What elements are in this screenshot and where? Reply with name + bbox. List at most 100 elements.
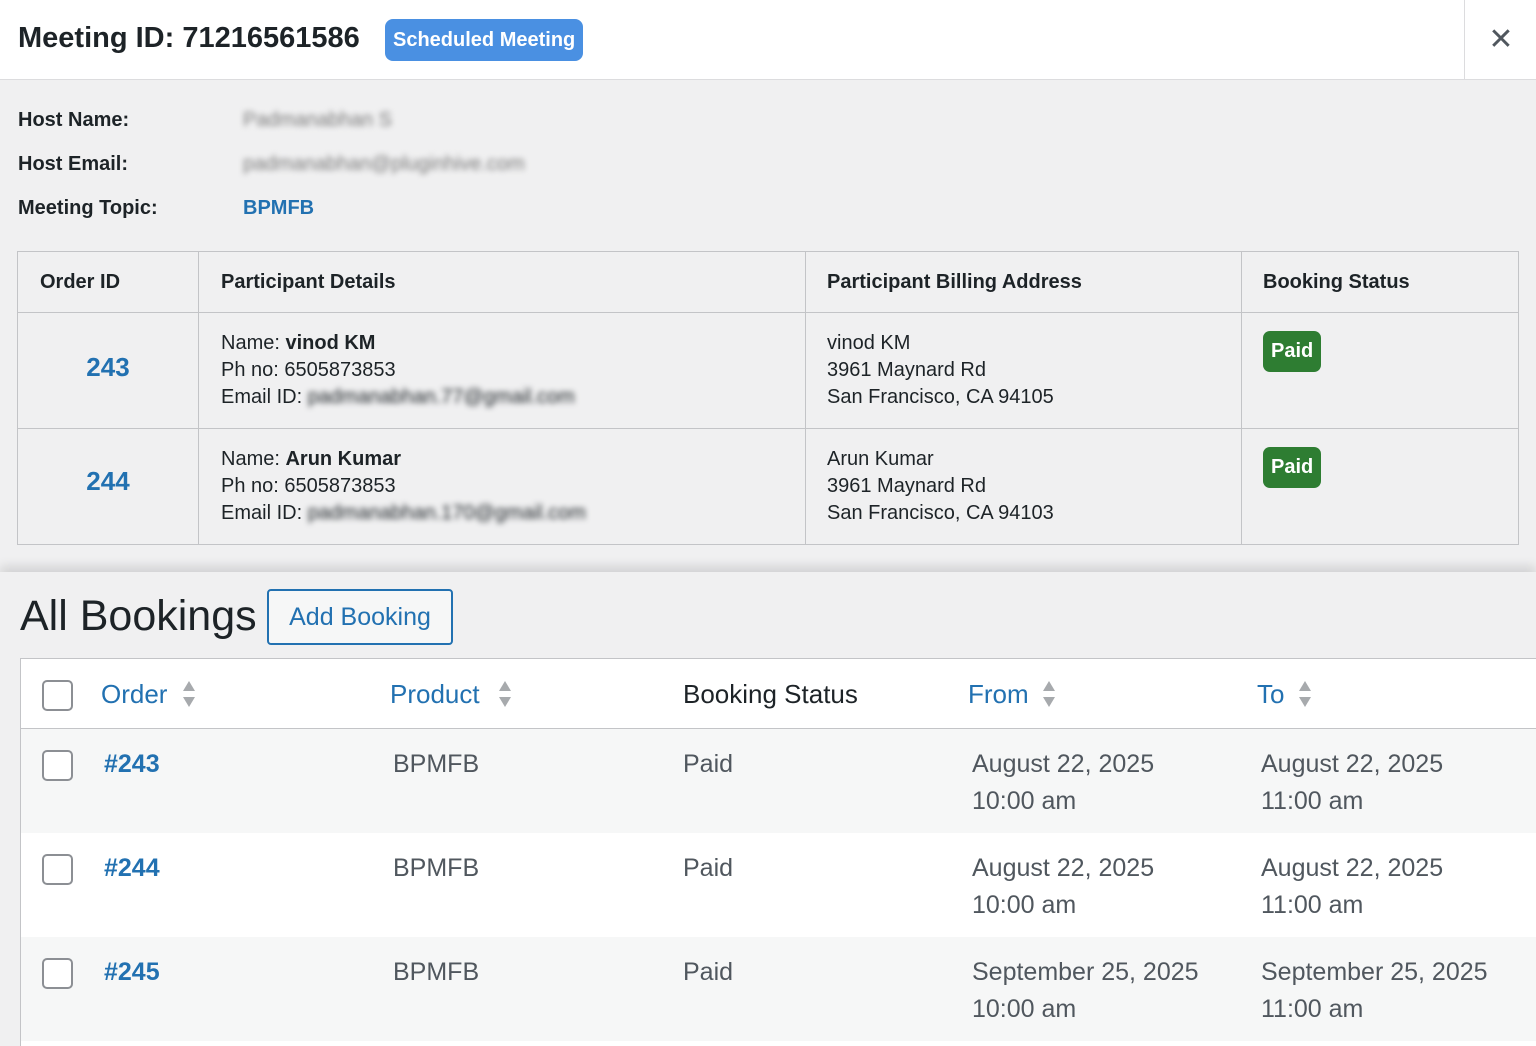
- email-label: Email ID:: [221, 386, 303, 408]
- to-time: 11:00 am: [1261, 995, 1364, 1023]
- column-divider: [198, 252, 199, 544]
- table-row: #244 BPMFB Paid August 22, 2025 10:00 am …: [21, 833, 1536, 937]
- sort-icon[interactable]: [1297, 679, 1313, 709]
- table-row: #245 BPMFB Paid September 25, 2025 10:00 …: [21, 937, 1536, 1041]
- participant-email: Email ID: padmanabhan.77@gmail.com: [221, 384, 575, 411]
- phone-label: Ph no:: [221, 359, 279, 381]
- product-cell: BPMFB: [393, 750, 480, 778]
- header-billing-address: Participant Billing Address: [827, 271, 1082, 293]
- name-value: vinod KM: [285, 332, 376, 354]
- from-cell: August 22, 2025 10:00 am: [972, 746, 1154, 820]
- host-email-label: Host Email:: [18, 153, 129, 175]
- status-cell: Paid: [683, 750, 734, 778]
- meeting-topic-value: BPMFB: [243, 197, 315, 219]
- to-time: 11:00 am: [1261, 891, 1364, 919]
- to-date: September 25, 2025: [1261, 958, 1488, 986]
- row-checkbox[interactable]: [42, 750, 73, 781]
- participant-phone: Ph no: 6505873853: [221, 473, 396, 500]
- name-value: Arun Kumar: [285, 448, 402, 470]
- sort-icon[interactable]: [1041, 679, 1057, 709]
- billing-address-line: San Francisco, CA 94105: [827, 386, 1054, 408]
- paid-status-badge: Paid: [1263, 331, 1322, 372]
- column-divider: [1241, 252, 1242, 544]
- participant-phone: Ph no: 6505873853: [221, 357, 396, 384]
- row-divider: [18, 428, 1518, 429]
- status-cell: Paid: [683, 958, 734, 986]
- meeting-topic-label: Meeting Topic:: [18, 197, 158, 219]
- from-date: August 22, 2025: [972, 750, 1155, 778]
- host-email-value: padmanabhan@pluginhive.com: [243, 153, 525, 175]
- from-cell: August 22, 2025 10:00 am: [972, 850, 1154, 924]
- participant-order-link[interactable]: 244: [18, 466, 198, 497]
- scheduled-meeting-badge: Scheduled Meeting: [385, 19, 584, 61]
- modal-title: Meeting ID: 71216561586: [18, 22, 360, 54]
- phone-value: 6505873853: [284, 475, 396, 497]
- column-to-label: To: [1257, 679, 1285, 709]
- billing-address-line: San Francisco, CA 94103: [827, 502, 1054, 524]
- to-time: 11:00 am: [1261, 787, 1364, 815]
- to-cell: August 22, 2025 11:00 am: [1261, 850, 1443, 924]
- product-cell: BPMFB: [393, 854, 480, 882]
- column-divider: [805, 252, 806, 544]
- phone-value: 6505873853: [284, 359, 396, 381]
- email-label: Email ID:: [221, 502, 303, 524]
- meeting-details-modal: Meeting ID: 71216561586 Scheduled Meetin…: [0, 0, 1536, 572]
- select-all-checkbox[interactable]: [42, 680, 73, 711]
- page-title: All Bookings: [20, 592, 257, 640]
- row-checkbox[interactable]: [42, 854, 73, 885]
- bookings-table-header: Order Product Booking Status From To: [21, 659, 1536, 729]
- header-booking-status: Booking Status: [1263, 271, 1410, 293]
- sort-icon[interactable]: [497, 679, 513, 709]
- participant-order-link[interactable]: 243: [18, 352, 198, 383]
- all-bookings-section: All Bookings Add Booking Order Product B…: [0, 572, 1536, 1046]
- sort-icon[interactable]: [181, 679, 197, 709]
- from-time: 10:00 am: [972, 891, 1077, 919]
- name-label: Name:: [221, 448, 280, 470]
- billing-address-line: vinod KM: [827, 332, 911, 354]
- row-checkbox[interactable]: [42, 958, 73, 989]
- product-cell: BPMFB: [393, 958, 480, 986]
- column-from[interactable]: From: [968, 659, 1029, 729]
- add-booking-button[interactable]: Add Booking: [267, 589, 453, 645]
- bookings-table: Order Product Booking Status From To #24…: [20, 658, 1536, 1046]
- from-date: August 22, 2025: [972, 854, 1155, 882]
- participant-name: Name: Arun Kumar: [221, 446, 401, 473]
- billing-address-line: 3961 Maynard Rd: [827, 359, 986, 381]
- email-value: padmanabhan.77@gmail.com: [307, 386, 575, 408]
- participant-name: Name: vinod KM: [221, 330, 375, 357]
- to-cell: September 25, 2025 11:00 am: [1261, 954, 1488, 1028]
- close-button[interactable]: ✕: [1464, 0, 1536, 79]
- column-booking-status: Booking Status: [683, 679, 858, 709]
- from-time: 10:00 am: [972, 995, 1077, 1023]
- close-icon[interactable]: ✕: [1465, 0, 1536, 79]
- modal-header: Meeting ID: 71216561586 Scheduled Meetin…: [0, 0, 1536, 80]
- phone-label: Ph no:: [221, 475, 279, 497]
- participant-email: Email ID: padmanabhan.170@gmail.com: [221, 500, 586, 527]
- billing-address-line: 3961 Maynard Rd: [827, 475, 986, 497]
- to-cell: August 22, 2025 11:00 am: [1261, 746, 1443, 820]
- column-from-label: From: [968, 679, 1029, 709]
- order-link[interactable]: #244: [104, 850, 160, 887]
- host-name-value: Padmanabhan S: [243, 109, 393, 131]
- order-link[interactable]: #245: [104, 954, 160, 991]
- from-time: 10:00 am: [972, 787, 1077, 815]
- to-date: August 22, 2025: [1261, 854, 1444, 882]
- column-product-label: Product: [390, 679, 480, 709]
- header-participant-details: Participant Details: [221, 271, 396, 293]
- column-product[interactable]: Product: [390, 659, 480, 729]
- host-name-label: Host Name:: [18, 109, 130, 131]
- name-label: Name:: [221, 332, 280, 354]
- billing-address-line: Arun Kumar: [827, 448, 934, 470]
- column-order-label: Order: [101, 679, 168, 709]
- from-cell: September 25, 2025 10:00 am: [972, 954, 1199, 1028]
- table-row: #243 BPMFB Paid August 22, 2025 10:00 am …: [21, 729, 1536, 833]
- paid-status-badge: Paid: [1263, 447, 1322, 488]
- to-date: August 22, 2025: [1261, 750, 1444, 778]
- column-to[interactable]: To: [1257, 659, 1284, 729]
- email-value: padmanabhan.170@gmail.com: [307, 502, 586, 524]
- order-link[interactable]: #243: [104, 746, 160, 783]
- column-order[interactable]: Order: [101, 659, 167, 729]
- from-date: September 25, 2025: [972, 958, 1199, 986]
- participants-table: Order ID Participant Details Participant…: [17, 251, 1519, 545]
- header-order-id: Order ID: [40, 271, 121, 293]
